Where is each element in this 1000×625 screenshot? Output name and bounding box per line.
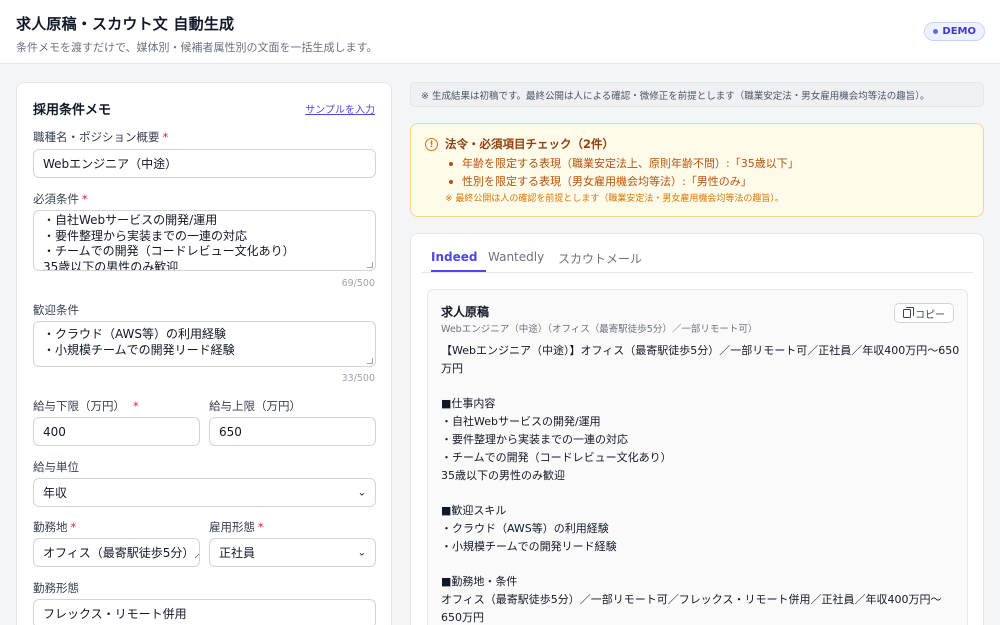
document-line: ・クラウド（AWS等）の利用経験	[441, 521, 609, 535]
tab-scout-mail[interactable]: スカウトメール	[558, 250, 642, 267]
media-tabs: Indeed Wantedly スカウトメール	[421, 234, 973, 273]
position-label: 職種名・ポジション概要 *	[33, 130, 169, 144]
compliance-item: 年齢を限定する表現（職業安定法上、原則年齢不問）:「35歳以下」	[449, 155, 799, 171]
document-line: ・自社Webサービスの開発/運用	[441, 415, 601, 429]
copy-icon	[903, 306, 914, 318]
document-title: 求人原稿	[441, 305, 490, 319]
resize-handle-icon[interactable]	[367, 358, 373, 364]
copy-button-label: コピー	[915, 309, 945, 321]
salary-max-input[interactable]: 650	[209, 417, 376, 446]
location-label: 勤務地 *	[33, 520, 77, 534]
app-title: 求人原稿・スカウト文 自動生成	[16, 15, 235, 33]
chevron-down-icon: ⌄	[357, 487, 366, 498]
document-body: 【Webエンジニア（中途）】オフィス（最寄駅徒歩5分）／一部リモート可／正社員／…	[441, 342, 960, 625]
tab-wantedly[interactable]: Wantedly	[488, 250, 544, 264]
resize-handle-icon[interactable]	[367, 262, 373, 268]
document-line: 35歳以下の男性のみ歓迎	[441, 468, 565, 482]
form-title: 採用条件メモ	[33, 103, 112, 118]
employment-select[interactable]: 正社員 ⌄	[209, 538, 376, 567]
document-line	[441, 556, 956, 574]
salary-min-input[interactable]: 400	[33, 417, 200, 446]
salary-unit-select[interactable]: 年収 ⌄	[33, 478, 376, 507]
conditions-form: 採用条件メモ サンプルを入力 職種名・ポジション概要 * Webエンジニア（中途）…	[16, 82, 392, 625]
work-style-label: 勤務形態	[33, 581, 79, 595]
copy-button[interactable]: コピー	[894, 303, 954, 323]
welcome-textarea[interactable]: ・クラウド（AWS等）の利用経験 ・小規模チームでの開発リード経験	[33, 321, 376, 367]
compliance-check-panel: ! 法令・必須項目チェック（2件） 年齢を限定する表現（職業安定法上、原則年齢不…	[410, 123, 984, 217]
app-subtitle: 条件メモを渡すだけで、媒体別・候補者属性別の文面を一括生成します。	[16, 41, 378, 54]
document-line: ■歓迎スキル	[441, 504, 507, 518]
welcome-char-counter: 33/500	[341, 373, 375, 384]
document-line: オフィス（最寄駅徒歩5分）／一部リモート可／フレックス・リモート併用／正社員／年…	[441, 593, 942, 607]
demo-badge: DEMO	[924, 22, 985, 41]
document-line: ・小規模チームでの開発リード経験	[441, 539, 617, 553]
required-label: 必須条件 *	[33, 192, 88, 206]
required-char-counter: 69/500	[341, 278, 375, 289]
active-tab-indicator	[431, 270, 486, 272]
compliance-item: 性別を限定する表現（男女雇用機会均等法）:「男性のみ」	[449, 173, 752, 189]
dot-icon	[933, 29, 939, 34]
draft-notice: ※ 生成結果は初稿です。最終公開は人による確認・微修正を前提とします（職業安定法…	[410, 82, 984, 107]
demo-badge-label: DEMO	[942, 26, 976, 37]
salary-unit-label: 給与単位	[33, 460, 79, 474]
main-area: 採用条件メモ サンプルを入力 職種名・ポジション概要 * Webエンジニア（中途）…	[0, 64, 1000, 625]
document-subtitle: Webエンジニア（中途）（オフィス（最寄駅徒歩5分）／一部リモート可）	[441, 324, 758, 335]
chevron-down-icon: ⌄	[357, 547, 366, 558]
output-panel: Indeed Wantedly スカウトメール 求人原稿 Webエンジニア（中途…	[410, 233, 984, 625]
generated-document: 求人原稿 Webエンジニア（中途）（オフィス（最寄駅徒歩5分）／一部リモート可）…	[427, 289, 968, 625]
compliance-title: 法令・必須項目チェック（2件）	[445, 137, 614, 151]
document-line: ・要件整理から実装までの一連の対応	[441, 432, 628, 446]
document-line: 650万円	[441, 610, 484, 624]
document-line: ・チームでの開発（コードレビュー文化あり）	[441, 450, 672, 464]
salary-min-label: 給与下限（万円） *	[33, 399, 139, 413]
document-line: ■仕事内容	[441, 397, 496, 411]
salary-max-label: 給与上限（万円）	[209, 399, 301, 413]
required-textarea[interactable]: ・自社Webサービスの開発/運用 ・要件整理から実装までの一連の対応 ・チームで…	[33, 210, 376, 271]
welcome-label: 歓迎条件	[33, 303, 79, 317]
app-header: 求人原稿・スカウト文 自動生成 条件メモを渡すだけで、媒体別・候補者属性別の文面…	[0, 0, 1000, 64]
tab-indeed[interactable]: Indeed	[431, 250, 477, 264]
document-line: ■勤務地・条件	[441, 575, 518, 589]
document-line	[441, 484, 956, 502]
employment-label: 雇用形態 *	[209, 520, 264, 534]
position-input[interactable]: Webエンジニア（中途）	[33, 149, 376, 178]
fill-sample-link[interactable]: サンプルを入力	[305, 101, 375, 116]
document-line: 万円	[441, 361, 463, 375]
compliance-note: ※ 最終公開は人の確認を前提とします（職業安定法・男女雇用機会均等法の趣旨）。	[445, 194, 784, 204]
document-line	[441, 378, 956, 396]
warning-icon: !	[425, 138, 438, 151]
document-line: 【Webエンジニア（中途）】オフィス（最寄駅徒歩5分）／一部リモート可／正社員／…	[441, 344, 960, 357]
location-input[interactable]: オフィス（最寄駅徒歩5分）／	[33, 538, 200, 567]
work-style-input[interactable]: フレックス・リモート併用	[33, 599, 376, 625]
